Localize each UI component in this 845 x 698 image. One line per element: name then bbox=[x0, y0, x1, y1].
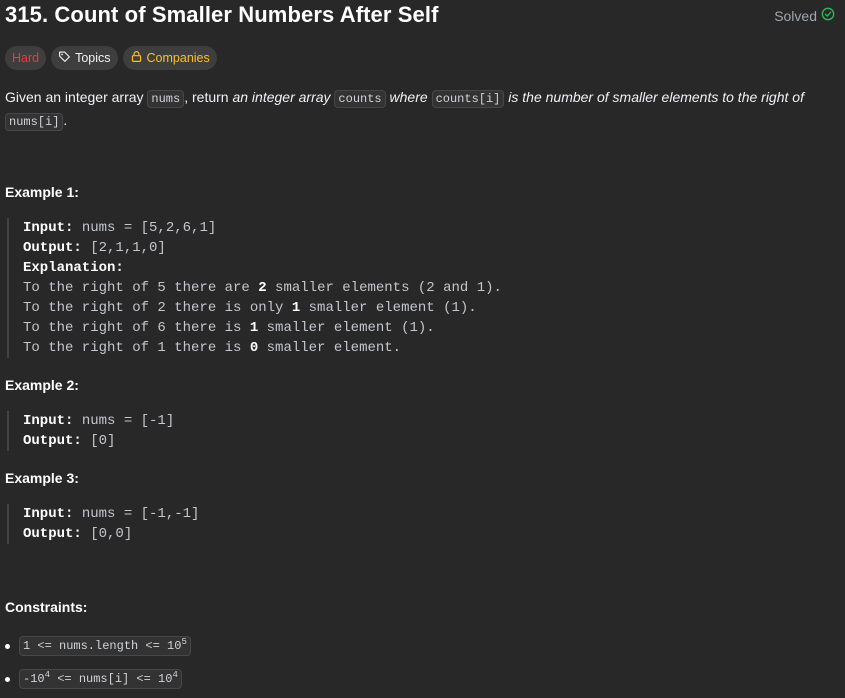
output-label: Output: bbox=[23, 526, 82, 542]
desc-text: Given an integer array bbox=[5, 89, 148, 105]
desc-text: . bbox=[63, 112, 68, 128]
input-value: nums = [5,2,6,1] bbox=[73, 220, 217, 236]
input-label: Input: bbox=[23, 506, 74, 522]
example-2-block: Input: nums = [-1] Output: [0] bbox=[7, 411, 174, 451]
solved-status: Solved bbox=[774, 7, 835, 24]
problem-description: Given an integer array nums, return an i… bbox=[5, 87, 825, 133]
problem-tags: Hard Topics Companies bbox=[5, 46, 217, 70]
example-2-title: Example 2: bbox=[5, 377, 79, 393]
explanation-label: Explanation: bbox=[23, 260, 124, 276]
example-3-block: Input: nums = [-1,-1] Output: [0,0] bbox=[7, 504, 199, 544]
topics-label: Topics bbox=[75, 51, 111, 65]
constraint-code: -104 <= nums[i] <= 104 bbox=[19, 669, 182, 689]
constraint-item: 1 <= nums.length <= 105 bbox=[5, 636, 191, 656]
lock-icon bbox=[130, 50, 143, 66]
code-counts-i: counts[i] bbox=[431, 90, 505, 108]
code-nums: nums bbox=[147, 90, 185, 108]
bullet bbox=[5, 676, 10, 682]
difficulty-badge: Hard bbox=[5, 46, 47, 70]
constraints-title: Constraints: bbox=[5, 599, 88, 615]
constraint-item: -104 <= nums[i] <= 104 bbox=[5, 669, 182, 689]
problem-title: 315. Count of Smaller Numbers After Self bbox=[5, 2, 439, 27]
explanation-line: To the right of 2 there is only 1 smalle… bbox=[23, 300, 477, 316]
desc-text: , return bbox=[184, 89, 233, 105]
code-counts: counts bbox=[334, 90, 386, 108]
example-1-block: Input: nums = [5,2,6,1] Output: [2,1,1,0… bbox=[7, 218, 502, 358]
solved-label: Solved bbox=[774, 7, 817, 24]
difficulty-label: Hard bbox=[12, 51, 40, 65]
example-1-title: Example 1: bbox=[5, 184, 79, 200]
check-circle-icon bbox=[821, 7, 835, 24]
code-nums-i: nums[i] bbox=[5, 113, 64, 131]
input-value: nums = [-1] bbox=[73, 413, 175, 429]
desc-emphasis: an integer array bbox=[232, 89, 335, 105]
desc-emphasis: is the number of smaller elements to the… bbox=[504, 89, 804, 105]
topics-button[interactable]: Topics bbox=[51, 46, 118, 70]
output-label: Output: bbox=[23, 433, 82, 449]
input-value: nums = [-1,-1] bbox=[73, 506, 200, 522]
desc-emphasis: where bbox=[385, 89, 432, 105]
output-value: [0,0] bbox=[81, 526, 133, 542]
explanation-line: To the right of 1 there is 0 smaller ele… bbox=[23, 340, 402, 356]
companies-label: Companies bbox=[146, 51, 210, 65]
input-label: Input: bbox=[23, 413, 74, 429]
input-label: Input: bbox=[23, 220, 74, 236]
output-value: [0] bbox=[81, 433, 116, 449]
example-3-title: Example 3: bbox=[5, 470, 79, 486]
constraint-code: 1 <= nums.length <= 105 bbox=[19, 636, 191, 656]
explanation-line: To the right of 6 there is 1 smaller ele… bbox=[23, 320, 435, 336]
tag-icon bbox=[58, 50, 71, 66]
bullet bbox=[5, 643, 10, 649]
output-label: Output: bbox=[23, 240, 82, 256]
output-value: [2,1,1,0] bbox=[81, 240, 166, 256]
companies-button[interactable]: Companies bbox=[122, 46, 217, 70]
explanation-line: To the right of 5 there are 2 smaller el… bbox=[23, 280, 502, 296]
